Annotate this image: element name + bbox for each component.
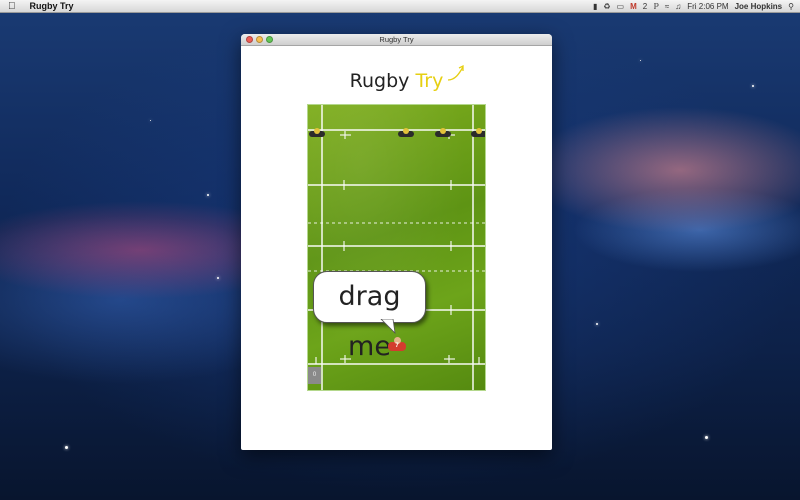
- clock[interactable]: Fri 2:06 PM: [687, 2, 728, 11]
- rugby-field[interactable]: drag me 7 0: [307, 104, 486, 391]
- battery-icon[interactable]: ▮: [593, 2, 597, 11]
- title-main: Rugby: [349, 70, 410, 92]
- spotlight-search-icon[interactable]: ⚲: [788, 2, 794, 11]
- opponent-player: [471, 127, 485, 139]
- mail-icon[interactable]: M: [630, 2, 637, 11]
- game-title: Rugby Try: [241, 70, 552, 92]
- star: [596, 323, 598, 325]
- star: [207, 194, 209, 196]
- close-button[interactable]: [246, 36, 253, 43]
- star: [705, 436, 708, 439]
- opponent-player: [309, 127, 325, 139]
- status-tray: ▮ ♻ ▭ M 2 ℙ ≈ ♫ Fri 2:06 PM Joe Hopkins …: [593, 0, 794, 13]
- recycle-icon[interactable]: ♻: [603, 2, 610, 11]
- bubble-tail: [380, 319, 396, 335]
- wifi-icon[interactable]: ≈: [665, 2, 669, 11]
- star: [640, 60, 641, 61]
- bluetooth-icon[interactable]: ℙ: [653, 2, 659, 11]
- title-accent: Try: [415, 70, 444, 92]
- display-icon[interactable]: ▭: [617, 2, 625, 11]
- window-titlebar[interactable]: Rugby Try: [241, 34, 552, 46]
- mail-count: 2: [642, 2, 648, 11]
- opponent-player: [435, 127, 451, 139]
- app-menu[interactable]: Rugby Try: [30, 1, 74, 11]
- star: [150, 120, 151, 121]
- apple-menu-icon[interactable]: : [8, 1, 16, 12]
- star: [217, 277, 219, 279]
- minimize-button[interactable]: [256, 36, 263, 43]
- curved-arrow-icon: [447, 64, 464, 81]
- volume-icon[interactable]: ♫: [675, 2, 681, 11]
- score-counter: 0: [308, 367, 321, 384]
- player-number: 7: [395, 343, 399, 349]
- window-title: Rugby Try: [379, 35, 414, 44]
- zoom-button[interactable]: [266, 36, 273, 43]
- drag-me-bubble: drag me: [313, 271, 426, 362]
- game-window: Rugby Try Rugby Try drag me 7 0: [241, 34, 552, 450]
- star: [65, 446, 68, 449]
- window-controls: [246, 36, 273, 43]
- menu-bar:  Rugby Try ▮ ♻ ▭ M 2 ℙ ≈ ♫ Fri 2:06 PM …: [0, 0, 800, 13]
- opponent-player: [398, 127, 414, 139]
- user-player[interactable]: 7: [388, 337, 406, 355]
- user-name[interactable]: Joe Hopkins: [735, 2, 783, 11]
- star: [752, 85, 754, 87]
